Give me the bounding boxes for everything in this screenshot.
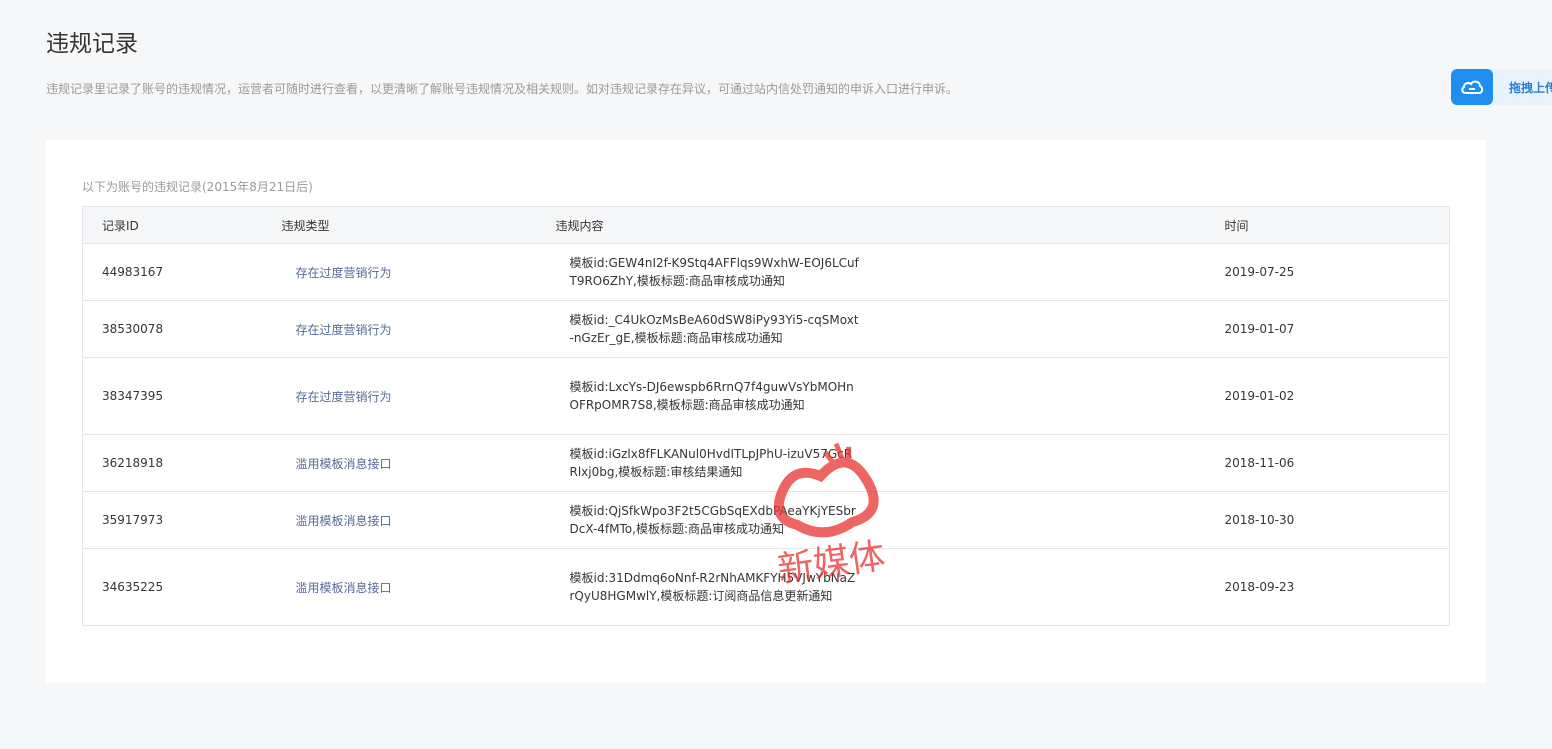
column-header-content: 违规内容 — [555, 206, 1206, 244]
table-row: 44983167 存在过度营销行为 模板id:GEW4nI2f-K9Stq4AFFl… — [82, 243, 1450, 301]
violation-content-cell: 模板id:QjSfkWpo3F2t5CGbSqEXdbPAeaYKjYESbrD… — [555, 491, 1206, 549]
records-card: 以下为账号的违规记录(2015年8月21日后) 记录ID 违规类型 违规内容 时… — [46, 140, 1486, 683]
violation-type-link[interactable]: 滥用模板消息接口 — [276, 548, 556, 626]
drag-upload-widget[interactable]: 拖拽上传 — [1451, 69, 1552, 105]
record-id: 38347395 — [82, 357, 277, 435]
column-header-type: 违规类型 — [276, 206, 556, 244]
violation-content: 模板id:QjSfkWpo3F2t5CGbSqEXdbPAeaYKjYESbrD… — [569, 504, 856, 536]
column-header-id: 记录ID — [82, 206, 277, 244]
cloud-upload-icon — [1451, 69, 1493, 105]
violation-content-cell: 模板id:31Ddmq6oNnf-R2rNhAMKFYH5VJwYbNaZrQy… — [555, 548, 1206, 626]
violation-content: 模板id:LxcYs-DJ6ewspb6RrnQ7f4guwVsYbMOHnOF… — [569, 380, 854, 412]
table-body: 44983167 存在过度营销行为 模板id:GEW4nI2f-K9Stq4AFFl… — [82, 243, 1450, 626]
violation-content: 模板id:_C4UkOzMsBeA60dSW8iPy93Yi5-cqSMoxt-… — [569, 313, 859, 345]
violation-content-cell: 模板id:GEW4nI2f-K9Stq4AFFlqs9WxhW-EOJ6LCuf… — [555, 243, 1206, 301]
violation-type-link[interactable]: 滥用模板消息接口 — [276, 491, 556, 549]
violation-records-table: 记录ID 违规类型 违规内容 时间 44983167 存在过度营销行为 模板id:G… — [82, 206, 1450, 626]
violation-content-cell: 模板id:iGzlx8fFLKANul0HvdITLpJPhU-izuV57Gc… — [555, 434, 1206, 492]
table-caption: 以下为账号的违规记录(2015年8月21日后) — [82, 180, 313, 194]
table-header-row: 记录ID 违规类型 违规内容 时间 — [82, 206, 1450, 244]
violation-content: 模板id:GEW4nI2f-K9Stq4AFFlqs9WxhW-EOJ6LCuf… — [569, 256, 859, 288]
table-row: 34635225 滥用模板消息接口 模板id:31Ddmq6oNnf-R2rNhAM… — [82, 548, 1450, 626]
violation-type-label[interactable]: 滥用模板消息接口 — [296, 581, 392, 595]
record-id: 36218918 — [82, 434, 277, 492]
violation-type-link[interactable]: 存在过度营销行为 — [276, 300, 556, 358]
record-time: 2018-11-06 — [1205, 434, 1450, 492]
table-row: 35917973 滥用模板消息接口 模板id:QjSfkWpo3F2t5CGbSqE… — [82, 491, 1450, 549]
violation-type-link[interactable]: 存在过度营销行为 — [276, 243, 556, 301]
page-description: 违规记录里记录了账号的违规情况，运营者可随时进行查看，以更清晰了解账号违规情况及… — [46, 82, 959, 96]
table-row: 38347395 存在过度营销行为 模板id:LxcYs-DJ6ewspb6RrnQ… — [82, 357, 1450, 435]
cloud-upload-icon-svg — [1461, 80, 1484, 94]
violation-type-label[interactable]: 存在过度营销行为 — [296, 323, 392, 337]
record-id: 34635225 — [82, 548, 277, 626]
record-time: 2018-10-30 — [1205, 491, 1450, 549]
violation-content-cell: 模板id:LxcYs-DJ6ewspb6RrnQ7f4guwVsYbMOHnOF… — [555, 357, 1206, 435]
record-id: 38530078 — [82, 300, 277, 358]
record-time: 2018-09-23 — [1205, 548, 1450, 626]
violation-content: 模板id:31Ddmq6oNnf-R2rNhAMKFYH5VJwYbNaZrQy… — [569, 571, 856, 603]
table-row: 36218918 滥用模板消息接口 模板id:iGzlx8fFLKANul0HvdI… — [82, 434, 1450, 492]
record-time: 2019-01-07 — [1205, 300, 1450, 358]
column-header-time: 时间 — [1205, 206, 1450, 244]
violation-type-link[interactable]: 滥用模板消息接口 — [276, 434, 556, 492]
record-id: 35917973 — [82, 491, 277, 549]
violation-type-label[interactable]: 滥用模板消息接口 — [296, 457, 392, 471]
page-title: 违规记录 — [46, 31, 138, 57]
record-time: 2019-07-25 — [1205, 243, 1450, 301]
violation-type-label[interactable]: 存在过度营销行为 — [296, 390, 392, 404]
drag-upload-label: 拖拽上传 — [1509, 80, 1552, 95]
violation-content: 模板id:iGzlx8fFLKANul0HvdITLpJPhU-izuV57Gc… — [569, 447, 853, 479]
violation-type-link[interactable]: 存在过度营销行为 — [276, 357, 556, 435]
violation-records-page: 违规记录 违规记录里记录了账号的违规情况，运营者可随时进行查看，以更清晰了解账号… — [0, 0, 1552, 749]
violation-type-label[interactable]: 滥用模板消息接口 — [296, 514, 392, 528]
record-time: 2019-01-02 — [1205, 357, 1450, 435]
table-row: 38530078 存在过度营销行为 模板id:_C4UkOzMsBeA60dSW8i… — [82, 300, 1450, 358]
record-id: 44983167 — [82, 243, 277, 301]
violation-content-cell: 模板id:_C4UkOzMsBeA60dSW8iPy93Yi5-cqSMoxt-… — [555, 300, 1206, 358]
violation-type-label[interactable]: 存在过度营销行为 — [296, 266, 392, 280]
